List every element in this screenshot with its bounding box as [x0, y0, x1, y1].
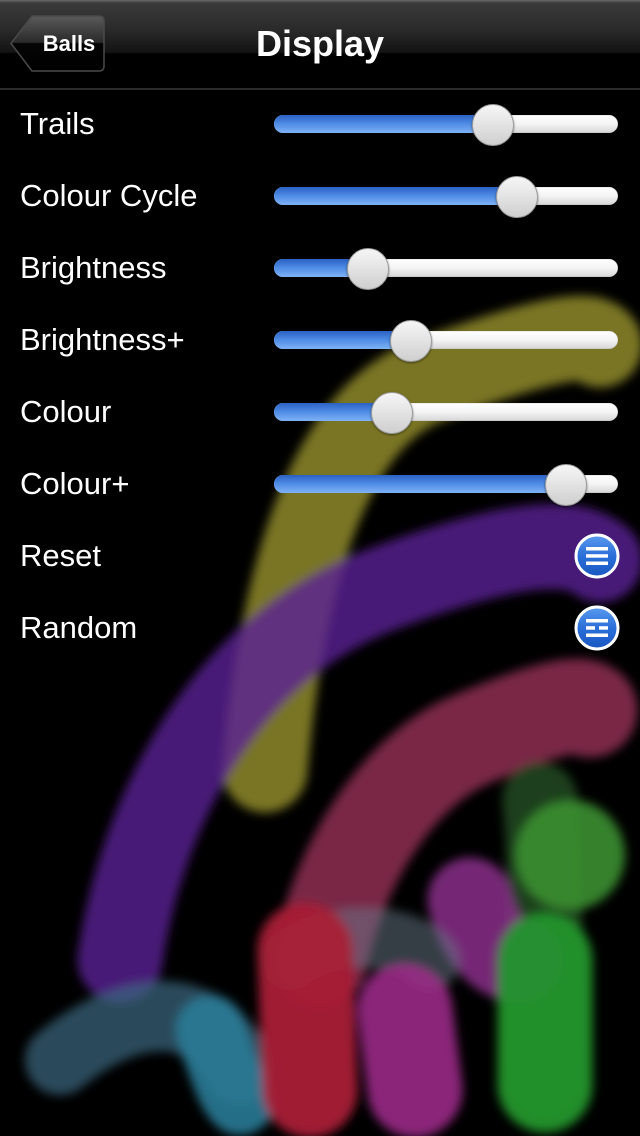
colour-slider[interactable]: [274, 392, 618, 434]
slider-thumb[interactable]: [495, 176, 538, 218]
setting-label: Colour Cycle: [20, 178, 198, 213]
setting-label: Brightness: [20, 250, 167, 285]
back-button[interactable]: Balls: [10, 15, 105, 72]
navigation-bar: Balls Display: [0, 0, 640, 90]
setting-label: Reset: [20, 538, 101, 573]
slider-fill: [274, 115, 492, 133]
broken-lines-icon: [574, 605, 620, 651]
trail-magenta: [357, 962, 463, 1136]
trail-cyan-bright: [175, 995, 275, 1135]
setting-label: Colour: [20, 394, 112, 429]
setting-row-trails: Trails: [0, 88, 640, 160]
three-lines-icon: [574, 533, 620, 579]
setting-row-brightness: Brightness: [0, 232, 640, 304]
colour-cycle-slider[interactable]: [274, 176, 618, 218]
trails-slider[interactable]: [274, 104, 618, 146]
setting-row-colour-plus: Colour+: [0, 448, 640, 520]
setting-row-brightness-plus: Brightness+: [0, 304, 640, 376]
slider-thumb[interactable]: [471, 104, 514, 146]
back-button-label: Balls: [42, 31, 96, 56]
setting-row-reset: Reset: [0, 520, 640, 592]
settings-list: Trails Colour Cycle Brightness Brightnes…: [0, 88, 640, 664]
slider-thumb[interactable]: [389, 320, 432, 362]
setting-row-random: Random: [0, 592, 640, 664]
slider-thumb[interactable]: [346, 248, 389, 290]
setting-label: Trails: [20, 106, 95, 141]
random-button[interactable]: [574, 605, 620, 651]
ball-green-top: [515, 800, 625, 910]
slider-fill: [274, 475, 565, 493]
slider-thumb[interactable]: [371, 392, 414, 434]
setting-label: Brightness+: [20, 322, 185, 357]
setting-label: Colour+: [20, 466, 130, 501]
slider-fill: [274, 187, 516, 205]
slider-thumb[interactable]: [544, 464, 587, 506]
setting-row-colour-cycle: Colour Cycle: [0, 160, 640, 232]
trail-red: [257, 902, 358, 1136]
brightness-slider[interactable]: [274, 248, 618, 290]
brightness-plus-slider[interactable]: [274, 320, 618, 362]
colour-plus-slider[interactable]: [274, 464, 618, 506]
setting-row-colour: Colour: [0, 376, 640, 448]
reset-button[interactable]: [574, 533, 620, 579]
setting-label: Random: [20, 610, 138, 645]
